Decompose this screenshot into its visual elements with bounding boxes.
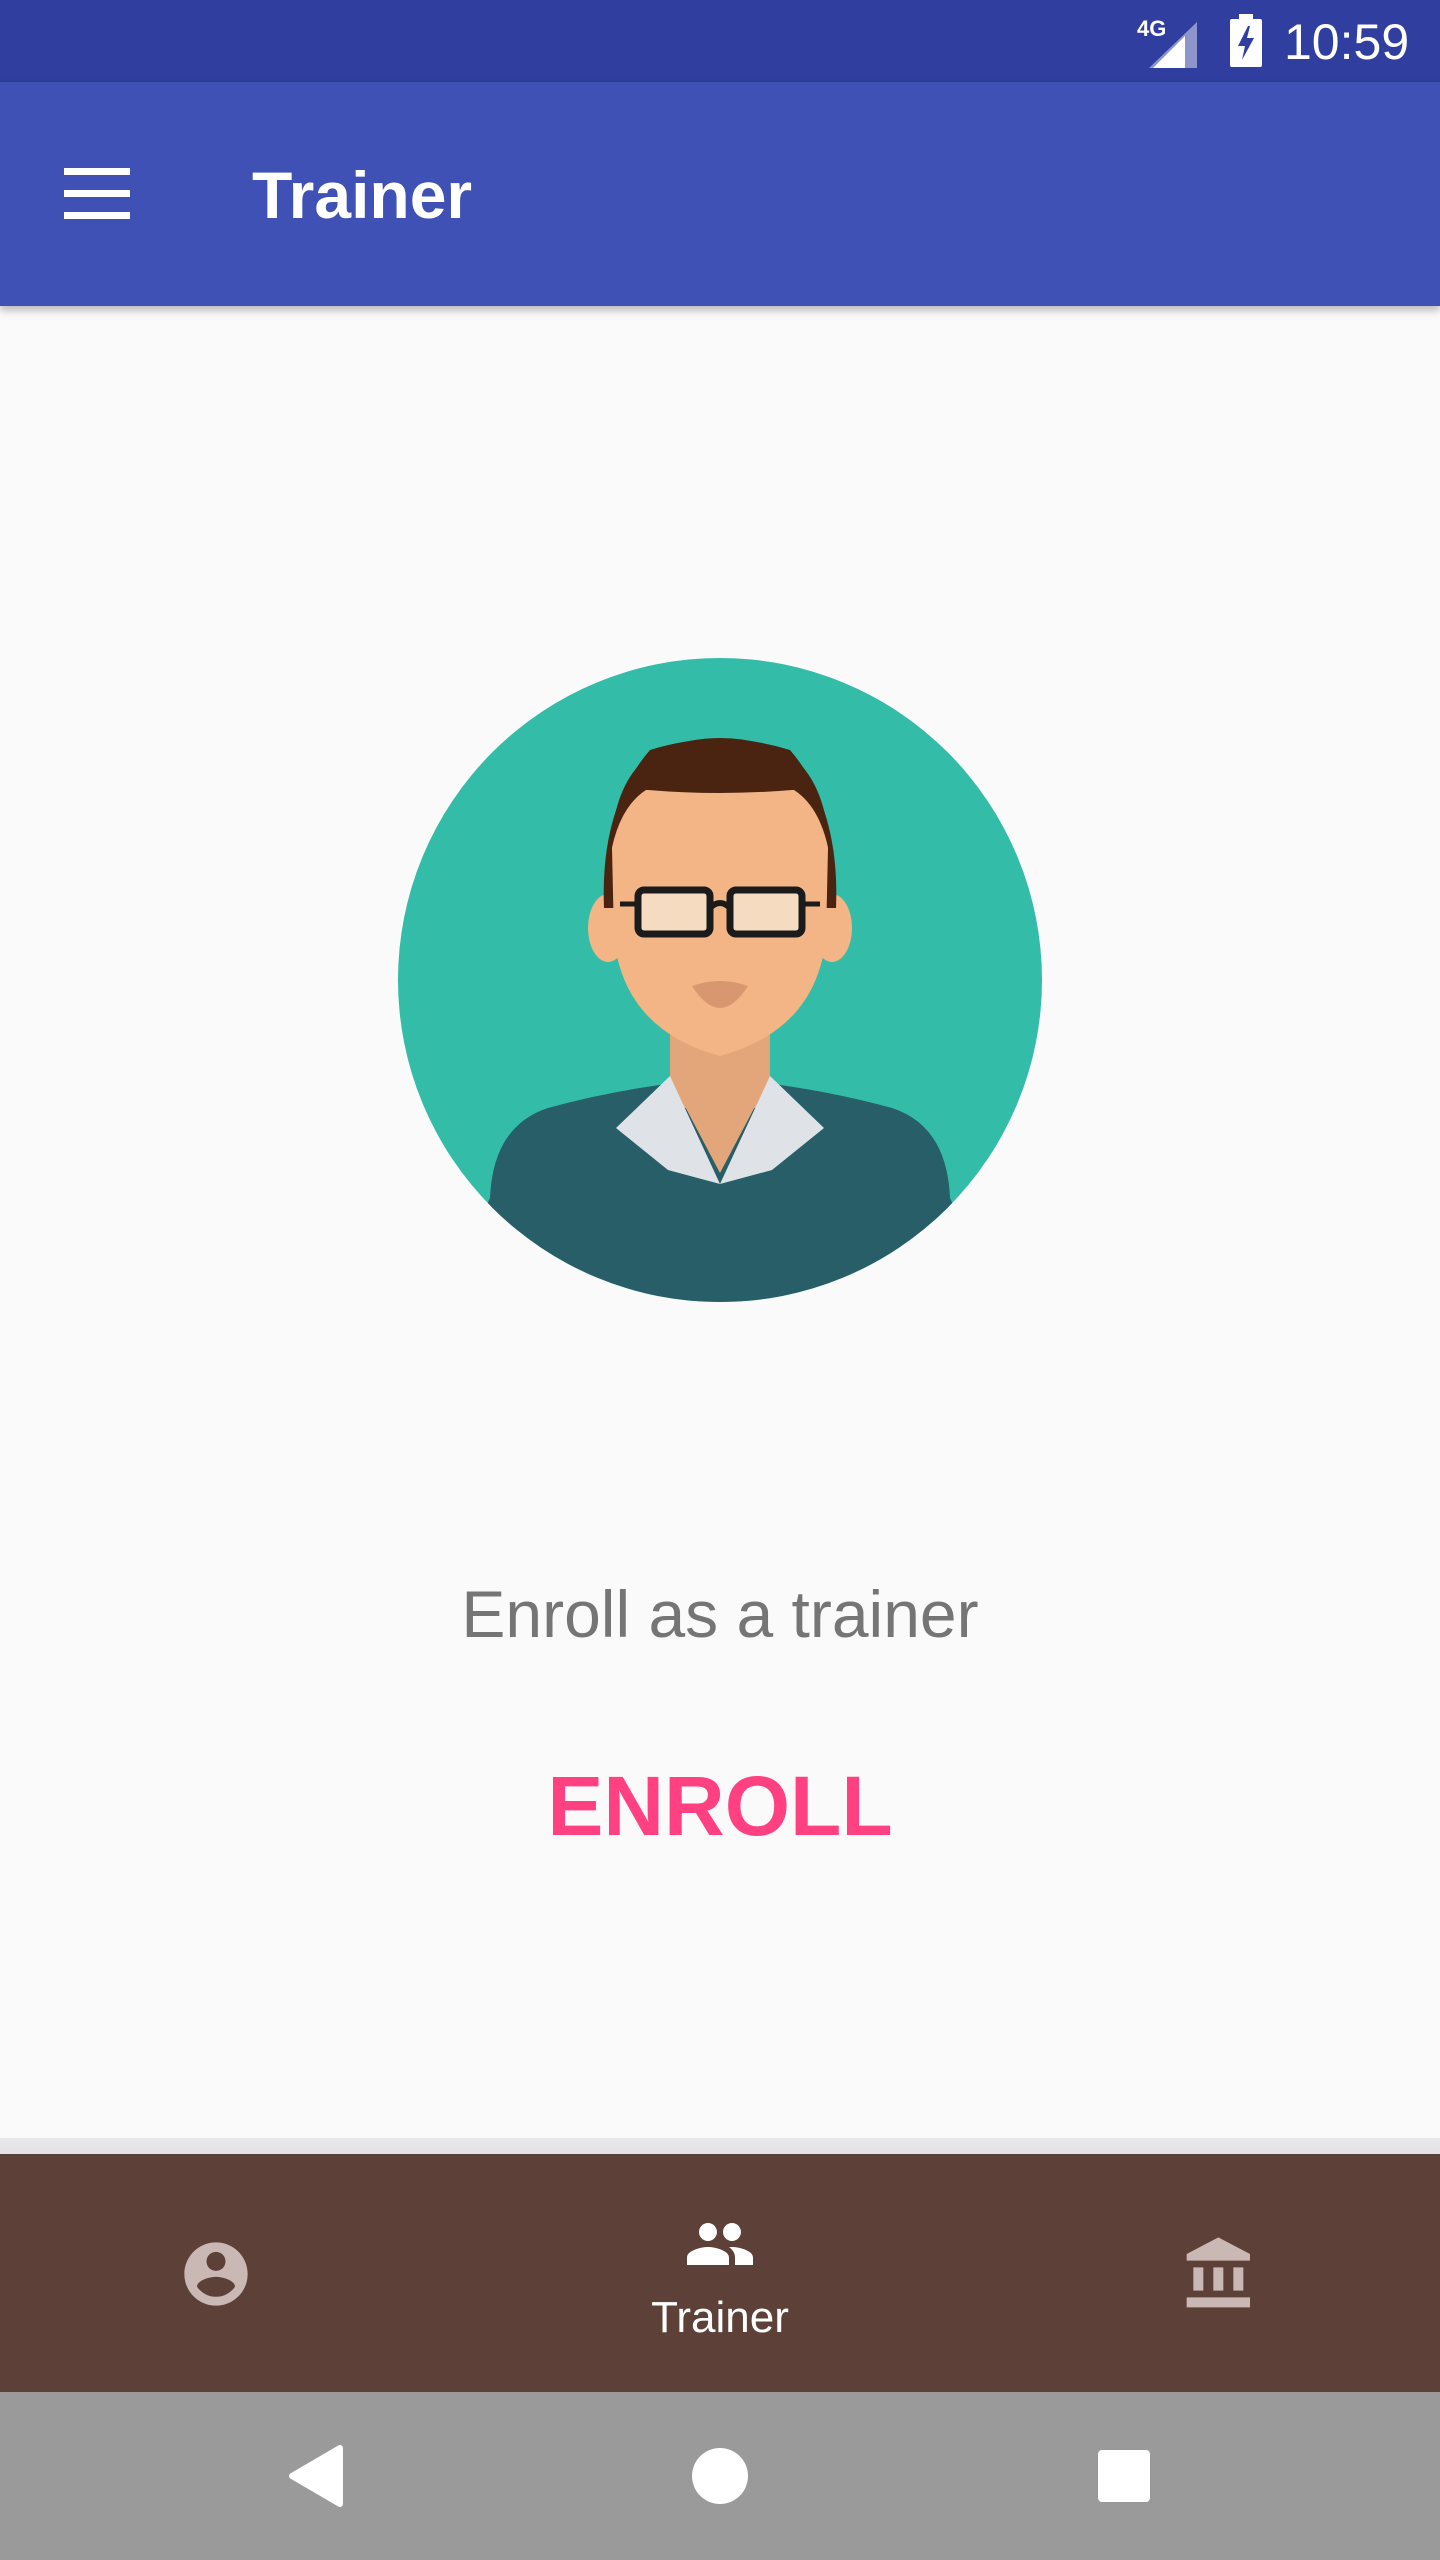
people-icon bbox=[687, 2223, 753, 2265]
trainer-avatar-illustration bbox=[398, 658, 1042, 1302]
status-bar: 4G 10:59 bbox=[0, 0, 1440, 82]
cellular-signal-icon: 4G bbox=[1135, 16, 1199, 68]
app-bar: Trainer bbox=[0, 82, 1440, 306]
bottom-navigation: Trainer bbox=[0, 2154, 1440, 2392]
status-time: 10:59 bbox=[1284, 14, 1410, 70]
back-button[interactable] bbox=[256, 2414, 380, 2538]
nav-item-profile[interactable] bbox=[0, 2154, 440, 2392]
institution-icon bbox=[1186, 2237, 1250, 2308]
enroll-prompt: Enroll as a trainer bbox=[461, 1577, 979, 1651]
menu-button[interactable] bbox=[40, 144, 156, 244]
nav-item-trainer[interactable]: Trainer bbox=[500, 2154, 940, 2392]
nav-item-institution[interactable] bbox=[1000, 2154, 1440, 2392]
home-button[interactable] bbox=[658, 2414, 782, 2538]
hamburger-menu-icon bbox=[64, 168, 130, 219]
nav-label-trainer: Trainer bbox=[651, 2293, 789, 2342]
enroll-button[interactable]: ENROLL bbox=[520, 1746, 920, 1866]
recents-button[interactable] bbox=[1062, 2414, 1186, 2538]
battery-charging-icon bbox=[1228, 14, 1264, 73]
bottom-divider bbox=[0, 2138, 1440, 2154]
back-icon bbox=[289, 2445, 343, 2507]
main-content: Enroll as a trainer ENROLL bbox=[0, 306, 1440, 2140]
recents-icon bbox=[1098, 2450, 1150, 2502]
system-navigation-bar bbox=[0, 2392, 1440, 2560]
page-title: Trainer bbox=[252, 158, 473, 232]
home-icon bbox=[692, 2448, 748, 2504]
account-circle-icon bbox=[184, 2242, 248, 2306]
